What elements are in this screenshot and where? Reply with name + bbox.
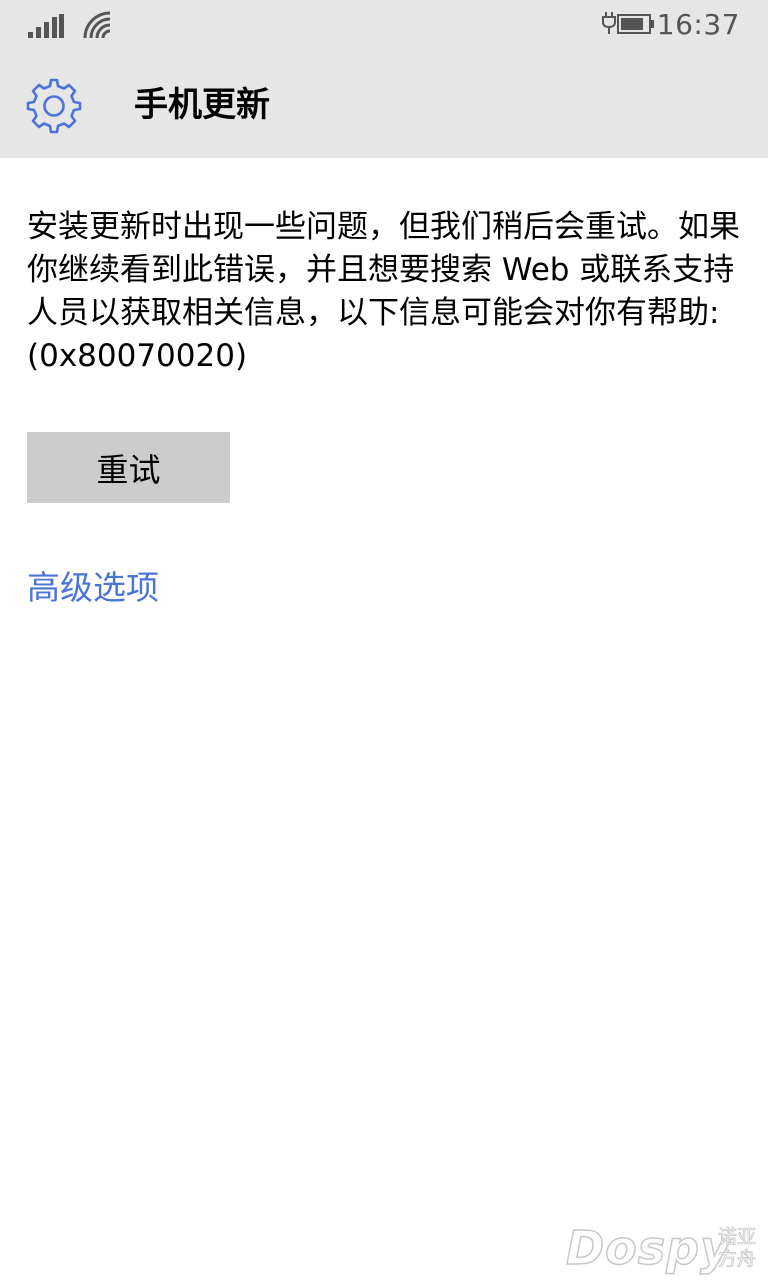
retry-button[interactable]: 重试 — [27, 432, 230, 503]
title-bar: 手机更新 — [0, 52, 768, 158]
watermark-brand: Dospy — [565, 1220, 732, 1276]
advanced-options-link[interactable]: 高级选项 — [27, 565, 159, 611]
battery-icon — [602, 12, 654, 34]
watermark-sub-line2: 方舟 — [718, 1248, 757, 1271]
page-title: 手机更新 — [134, 85, 270, 125]
status-bar: 16:37 — [0, 0, 768, 52]
signal-icon — [28, 14, 64, 38]
watermark-subtext: 诺亚 方舟 — [718, 1226, 758, 1271]
wifi-icon — [83, 11, 111, 39]
status-time: 16:37 — [656, 8, 740, 41]
watermark-logo: Dospy 诺亚 方舟 — [565, 1220, 758, 1276]
error-message: 安装更新时出现一些问题，但我们稍后会重试。如果你继续看到此错误，并且想要搜索 W… — [27, 209, 740, 374]
watermark-sub-line1: 诺亚 — [718, 1226, 757, 1249]
gear-icon — [26, 78, 82, 134]
